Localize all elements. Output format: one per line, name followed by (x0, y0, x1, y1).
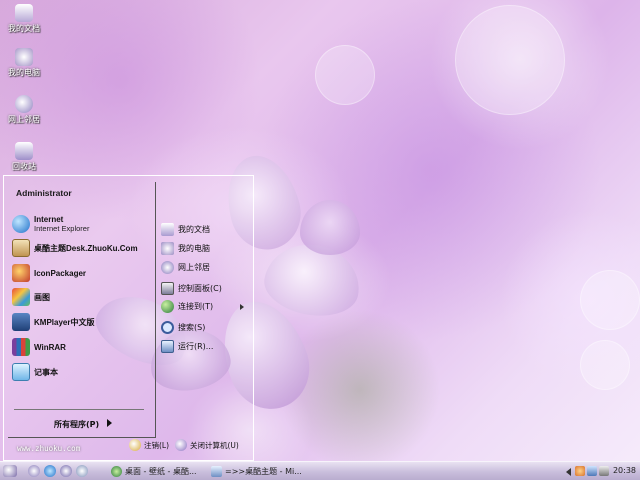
footer-url: www.zhuoku.com (17, 444, 81, 453)
desktop-icon-label: 我的文档 (8, 24, 40, 33)
taskbar: 桌面 - 壁纸 - 桌酷... =>>桌酷主题 - Mi... 20:38 (0, 461, 640, 480)
start-menu-item-zhuoku-theme[interactable]: 桌酷主题Desk.ZhuoKu.Com (12, 237, 138, 259)
start-menu-item-title: Internet (34, 215, 64, 224)
start-menu-item-title: 画图 (34, 292, 50, 302)
tray-network-icon[interactable] (587, 466, 597, 476)
start-menu-right-my-documents[interactable]: 我的文档 (161, 221, 210, 237)
control-panel-icon (161, 281, 174, 295)
logoff-icon (129, 439, 141, 451)
desktop-icon-network-places[interactable]: 网上邻居 (4, 95, 44, 124)
start-menu-item-iconpackager[interactable]: IconPackager (12, 262, 86, 284)
taskbar-task[interactable]: =>>桌酷主题 - Mi... (208, 464, 304, 479)
desktop-icon-my-documents[interactable]: 我的文档 (4, 4, 44, 33)
system-tray: 20:38 (566, 464, 640, 479)
start-menu-item-title: WinRAR (34, 342, 66, 352)
taskbar-task-label: 桌面 - 壁纸 - 桌酷... (125, 467, 197, 476)
start-menu-right-label: 我的文档 (178, 224, 210, 234)
start-menu-right-search[interactable]: 搜索(S) (161, 319, 205, 335)
quick-launch-media-icon[interactable] (60, 465, 72, 477)
start-menu-item-notepad[interactable]: 记事本 (12, 361, 58, 383)
taskbar-clock: 20:38 (612, 466, 636, 475)
start-menu-right-run[interactable]: 运行(R)... (161, 338, 213, 354)
power-icon (175, 439, 187, 451)
network-places-icon (15, 95, 33, 113)
kmplayer-icon (12, 313, 30, 331)
quick-launch-network-icon[interactable] (76, 465, 88, 477)
desktop-icon-label: 回收站 (12, 162, 36, 171)
desktop-icon-label: 我的电脑 (8, 68, 40, 77)
tray-arrow-icon[interactable] (566, 468, 571, 476)
start-menu-right-label: 我的电脑 (178, 243, 210, 253)
internet-explorer-icon (12, 215, 30, 233)
desktop-icon-recycle-bin[interactable]: 回收站 (4, 142, 44, 171)
start-menu-right-label: 搜索(S) (178, 322, 206, 332)
run-icon (161, 339, 174, 353)
start-menu-item-winrar[interactable]: WinRAR (12, 336, 66, 358)
logoff-button[interactable]: 注销(L) (129, 438, 169, 452)
desktop-icon-my-computer[interactable]: 我的电脑 (4, 48, 44, 77)
start-button[interactable] (3, 465, 17, 477)
chevron-right-icon (240, 304, 244, 310)
start-menu-right-connect-to[interactable]: 连接到(T) (161, 298, 213, 314)
my-documents-icon (15, 4, 33, 22)
zhuoku-theme-icon (12, 239, 30, 257)
notepad-icon (12, 363, 30, 381)
recycle-bin-icon (15, 142, 33, 160)
my-documents-icon (161, 222, 174, 236)
quick-launch-browser-icon[interactable] (44, 465, 56, 477)
start-menu-item-title: IconPackager (34, 268, 87, 278)
start-menu-right-label: 连接到(T) (178, 301, 214, 311)
browser-icon (111, 466, 122, 477)
start-menu-item-title: 桌酷主题Desk.ZhuoKu.Com (34, 243, 138, 253)
winrar-icon (12, 338, 30, 356)
taskbar-task-label: =>>桌酷主题 - Mi... (225, 467, 302, 476)
start-menu-right-control-panel[interactable]: 控制面板(C) (161, 280, 222, 296)
start-menu-item-subtitle: Internet Explorer (34, 224, 90, 233)
tray-volume-icon[interactable] (599, 466, 609, 476)
start-menu-right-network-places[interactable]: 网上邻居 (161, 259, 210, 275)
start-menu-separator (14, 409, 144, 410)
start-menu-right-label: 运行(R)... (178, 341, 214, 351)
start-menu-right-my-computer[interactable]: 我的电脑 (161, 240, 210, 256)
chevron-right-icon (107, 419, 112, 427)
connect-to-icon (161, 299, 174, 313)
start-menu-item-kmplayer[interactable]: KMPlayer中文版 (12, 311, 94, 333)
start-menu: Administrator Internet Internet Explorer… (3, 175, 254, 461)
desktop-icon-label: 网上邻居 (8, 115, 40, 124)
start-menu-item-internet-explorer[interactable]: Internet Internet Explorer (12, 213, 89, 235)
iconpackager-icon (12, 264, 30, 282)
start-menu-item-title: 记事本 (34, 367, 58, 377)
my-computer-icon (15, 48, 33, 66)
network-places-icon (161, 260, 174, 274)
start-menu-item-title: KMPlayer中文版 (34, 317, 95, 327)
start-menu-right-label: 控制面板(C) (178, 283, 222, 293)
tray-user-icon[interactable] (575, 466, 585, 476)
quick-launch-desktop-icon[interactable] (28, 465, 40, 477)
paint-icon (12, 288, 30, 306)
shutdown-label: 关闭计算机(U) (190, 440, 239, 450)
logoff-label: 注销(L) (144, 440, 170, 450)
all-programs-button[interactable]: 所有程序(P) (54, 419, 99, 430)
taskbar-task[interactable]: 桌面 - 壁纸 - 桌酷... (108, 464, 204, 479)
search-icon (161, 320, 174, 334)
my-computer-icon (161, 241, 174, 255)
start-menu-item-paint[interactable]: 画图 (12, 286, 50, 308)
window-icon (211, 466, 222, 477)
shutdown-button[interactable]: 关闭计算机(U) (175, 438, 239, 452)
start-menu-right-label: 网上邻居 (178, 262, 210, 272)
